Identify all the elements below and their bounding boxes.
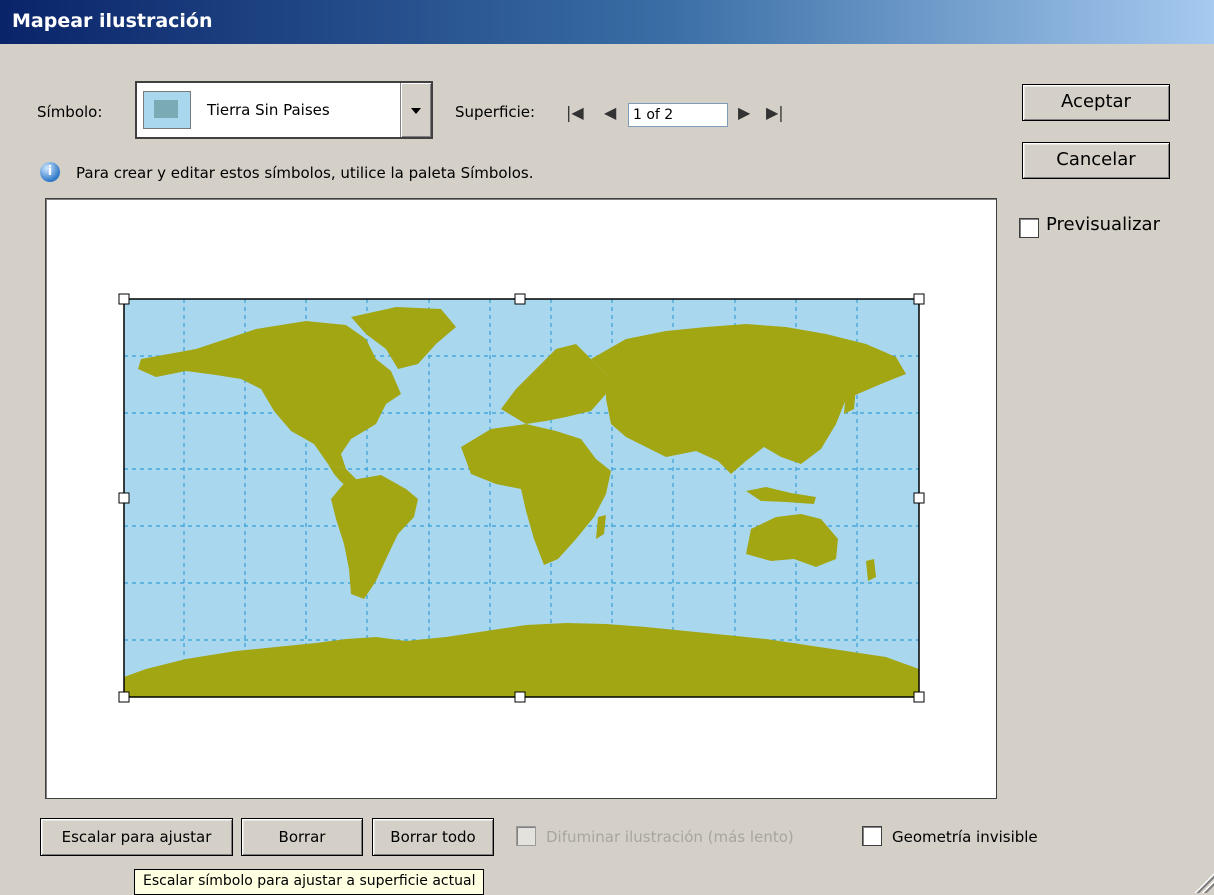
last-page-icon[interactable]: ▶|	[766, 103, 784, 122]
next-page-icon[interactable]: ▶	[738, 103, 750, 122]
prev-page-icon[interactable]: ◀	[604, 103, 616, 122]
invisible-geometry-label: Geometría invisible	[892, 828, 1038, 846]
world-map-icon	[143, 91, 191, 129]
shade-artwork-label: Difuminar ilustración (más lento)	[546, 828, 794, 846]
handle-top-left	[118, 293, 130, 305]
tooltip: Escalar símbolo para ajustar a superfici…	[134, 869, 485, 895]
resize-grip-icon[interactable]	[1192, 871, 1214, 893]
symbol-label: Símbolo:	[37, 103, 103, 121]
shade-artwork-checkbox[interactable]	[516, 826, 536, 846]
cancel-button[interactable]: Cancelar	[1022, 142, 1170, 179]
first-page-icon[interactable]: |◀	[566, 103, 584, 122]
ok-button[interactable]: Aceptar	[1022, 84, 1170, 121]
chevron-down-icon[interactable]	[400, 83, 431, 137]
handle-top-center	[514, 293, 526, 305]
window-title: Mapear ilustración	[12, 10, 213, 32]
preview-checkbox[interactable]	[1019, 218, 1039, 238]
info-text: Para crear y editar estos símbolos, util…	[76, 164, 534, 182]
symbol-select[interactable]: Tierra Sin Paises	[135, 81, 433, 139]
map-preview	[118, 293, 925, 703]
preview-canvas[interactable]	[45, 198, 997, 799]
symbol-select-value: Tierra Sin Paises	[207, 101, 330, 119]
invisible-geometry-checkbox[interactable]	[862, 826, 882, 846]
handle-bottom-center	[514, 691, 526, 703]
clear-all-button[interactable]: Borrar todo	[372, 818, 494, 856]
handle-middle-left	[118, 492, 130, 504]
window-titlebar: Mapear ilustración	[0, 0, 1214, 44]
handle-top-right	[913, 293, 925, 305]
info-icon: i	[40, 162, 60, 182]
clear-button[interactable]: Borrar	[241, 818, 363, 856]
handle-bottom-left	[118, 691, 130, 703]
surface-label: Superficie:	[455, 103, 536, 121]
scale-to-fit-button[interactable]: Escalar para ajustar	[40, 818, 233, 856]
surface-field[interactable]: 1 of 2	[628, 103, 728, 127]
handle-middle-right	[913, 492, 925, 504]
preview-label: Previsualizar	[1046, 214, 1160, 235]
handle-bottom-right	[913, 691, 925, 703]
